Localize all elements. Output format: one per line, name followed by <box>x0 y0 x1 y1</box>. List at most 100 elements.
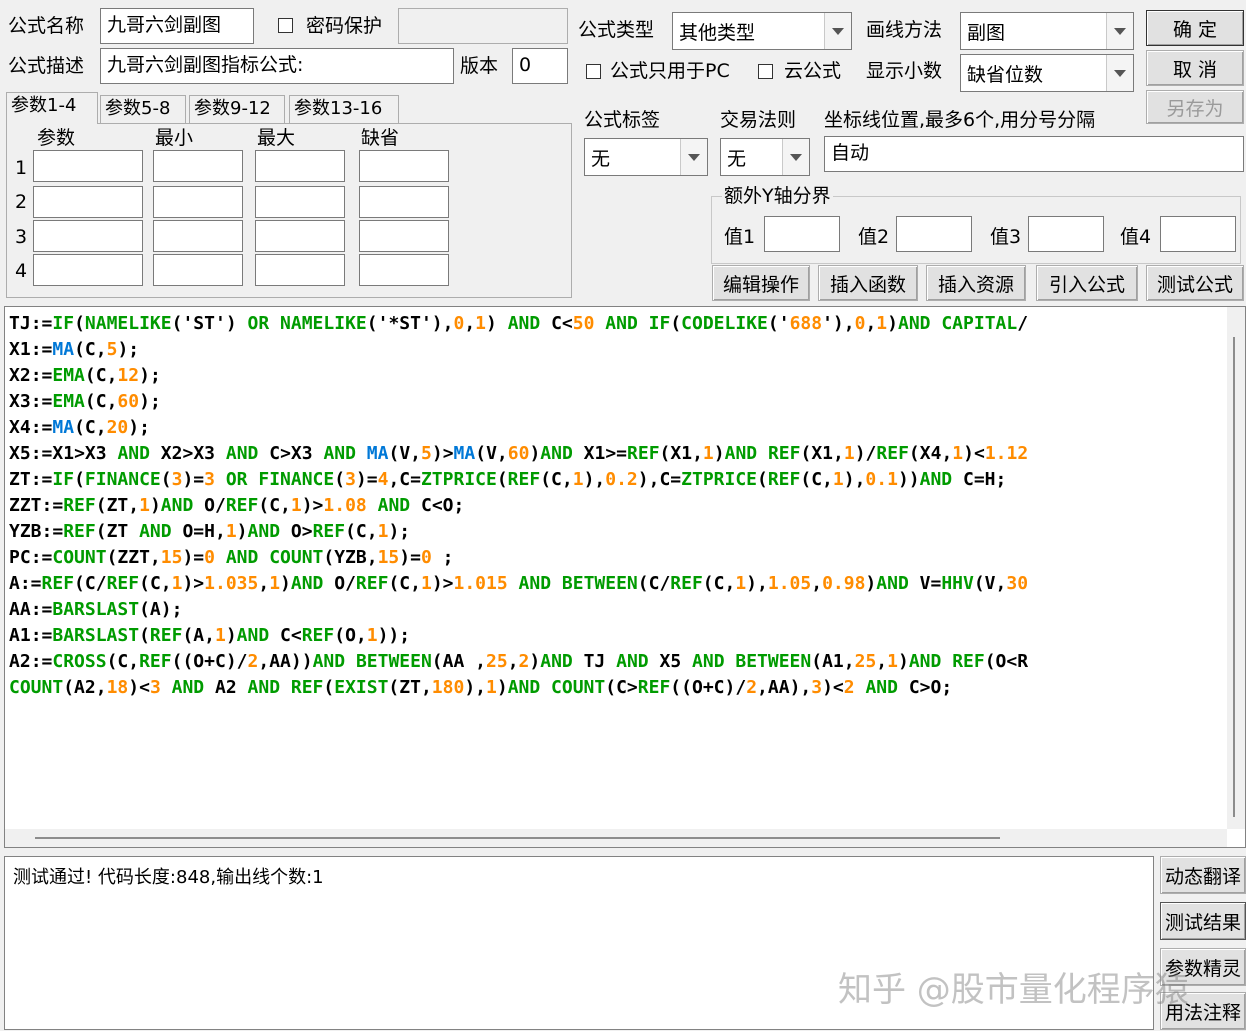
code-line[interactable]: X1:=MA(C,5); <box>9 337 1225 363</box>
chevron-down-icon[interactable] <box>824 13 851 49</box>
axis-position-input[interactable]: 自动 <box>824 136 1244 172</box>
value1-input[interactable] <box>764 216 840 252</box>
chevron-down-icon[interactable] <box>1106 55 1133 91</box>
value2-input[interactable] <box>896 216 972 252</box>
formula-tag-value: 无 <box>591 147 611 170</box>
param-row-label: 4 <box>15 260 28 282</box>
code-line[interactable]: X4:=MA(C,20); <box>9 415 1225 441</box>
code-line[interactable]: A:=REF(C/REF(C,1)>1.035,1)AND O/REF(C,1)… <box>9 571 1225 597</box>
param-default-input[interactable] <box>359 254 449 286</box>
param-max-input[interactable] <box>255 186 345 218</box>
formula-desc-input[interactable]: 九哥六剑副图指标公式: <box>100 48 454 84</box>
tab-params-9-12[interactable]: 参数9-12 <box>189 95 285 123</box>
value3-label: 值3 <box>990 226 1022 248</box>
password-input <box>398 8 568 44</box>
param-min-input[interactable] <box>153 254 243 286</box>
trade-rule-label: 交易法则 <box>720 109 797 131</box>
code-line[interactable]: X2:=EMA(C,12); <box>9 363 1225 389</box>
cloud-checkbox[interactable] <box>758 64 773 79</box>
tab-params-1-4[interactable]: 参数1-4 <box>6 92 98 124</box>
edit-operation-button[interactable]: 编辑操作 <box>712 265 810 301</box>
formula-name-label: 公式名称 <box>8 15 85 37</box>
code-content[interactable]: TJ:=IF(NAMELIKE('ST') OR NAMELIKE('*ST')… <box>9 311 1225 701</box>
param-default-input[interactable] <box>359 186 449 218</box>
param-max-input[interactable] <box>255 150 345 182</box>
chevron-down-icon[interactable] <box>680 139 707 175</box>
code-line[interactable]: COUNT(A2,18)<3 AND A2 AND REF(EXIST(ZT,1… <box>9 675 1225 701</box>
decimals-select[interactable]: 缺省位数 <box>960 54 1134 92</box>
cancel-button[interactable]: 取 消 <box>1146 50 1244 86</box>
code-line[interactable]: A2:=CROSS(C,REF((O+C)/2,AA))AND BETWEEN(… <box>9 649 1225 675</box>
value4-input[interactable] <box>1160 216 1236 252</box>
import-formula-button[interactable]: 引入公式 <box>1036 265 1138 301</box>
param-header-max: 最大 <box>257 127 296 149</box>
code-line[interactable]: ZT:=IF(FINANCE(3)=3 OR FINANCE(3)=4,C=ZT… <box>9 467 1225 493</box>
formula-tag-label: 公式标签 <box>584 109 661 131</box>
code-line[interactable]: AA:=BARSLAST(A); <box>9 597 1225 623</box>
param-name-input[interactable] <box>33 150 143 182</box>
vertical-scrollbar[interactable] <box>1227 307 1245 829</box>
formula-desc-label: 公式描述 <box>8 55 85 77</box>
param-row-label: 3 <box>15 226 28 248</box>
draw-method-label: 画线方法 <box>866 19 943 41</box>
param-max-input[interactable] <box>255 220 345 252</box>
formula-name-input[interactable]: 九哥六剑副图 <box>100 8 254 44</box>
trade-rule-value: 无 <box>727 147 747 170</box>
trade-rule-select[interactable]: 无 <box>720 138 810 176</box>
formula-tag-select[interactable]: 无 <box>584 138 708 176</box>
draw-method-value: 副图 <box>967 21 1006 44</box>
code-editor[interactable]: TJ:=IF(NAMELIKE('ST') OR NAMELIKE('*ST')… <box>4 306 1246 848</box>
code-line[interactable]: ZZT:=REF(ZT,1)AND O/REF(C,1)>1.08 AND C<… <box>9 493 1225 519</box>
param-min-input[interactable] <box>153 150 243 182</box>
horizontal-scrollbar[interactable] <box>5 829 1227 847</box>
tab-params-5-8[interactable]: 参数5-8 <box>100 95 186 123</box>
param-default-input[interactable] <box>359 150 449 182</box>
ok-button[interactable]: 确 定 <box>1146 10 1244 46</box>
param-header-default: 缺省 <box>361 127 400 149</box>
cloud-label: 云公式 <box>784 60 842 82</box>
param-name-input[interactable] <box>33 220 143 252</box>
draw-method-select[interactable]: 副图 <box>960 12 1134 50</box>
code-line[interactable]: A1:=BARSLAST(REF(A,1)AND C<REF(O,1)); <box>9 623 1225 649</box>
value3-input[interactable] <box>1028 216 1104 252</box>
password-label: 密码保护 <box>306 15 383 37</box>
test-status-message: 测试通过! 代码长度:848,输出线个数:1 <box>13 867 324 888</box>
param-name-input[interactable] <box>33 254 143 286</box>
param-name-input[interactable] <box>33 186 143 218</box>
code-line[interactable]: X3:=EMA(C,60); <box>9 389 1225 415</box>
param-row-label: 2 <box>15 191 28 213</box>
test-result-button[interactable]: 测试结果 <box>1160 902 1246 940</box>
code-line[interactable]: TJ:=IF(NAMELIKE('ST') OR NAMELIKE('*ST')… <box>9 311 1225 337</box>
dynamic-translate-button[interactable]: 动态翻译 <box>1160 856 1246 894</box>
pc-only-label: 公式只用于PC <box>610 60 730 82</box>
param-row-label: 1 <box>15 157 28 179</box>
params-panel: 参数 最小 最大 缺省 1 2 3 4 <box>6 123 572 298</box>
tab-params-13-16[interactable]: 参数13-16 <box>289 95 399 123</box>
version-input[interactable]: 0 <box>512 48 568 84</box>
code-line[interactable]: YZB:=REF(ZT AND O=H,1)AND O>REF(C,1); <box>9 519 1225 545</box>
formula-type-select[interactable]: 其他类型 <box>672 12 852 50</box>
param-min-input[interactable] <box>153 220 243 252</box>
value2-label: 值2 <box>858 226 890 248</box>
password-checkbox[interactable] <box>278 18 293 33</box>
code-line[interactable]: X5:=X1>X3 AND X2>X3 AND C>X3 AND MA(V,5)… <box>9 441 1225 467</box>
param-max-input[interactable] <box>255 254 345 286</box>
value1-label: 值1 <box>724 226 756 248</box>
chevron-down-icon[interactable] <box>1106 13 1133 49</box>
extra-y-axis-label: 额外Y轴分界 <box>722 184 833 208</box>
axis-position-label: 坐标线位置,最多6个,用分号分隔 <box>824 109 1096 131</box>
param-min-input[interactable] <box>153 186 243 218</box>
test-formula-button[interactable]: 测试公式 <box>1146 265 1244 301</box>
insert-function-button[interactable]: 插入函数 <box>818 265 918 301</box>
decimals-value: 缺省位数 <box>967 63 1044 86</box>
formula-type-label: 公式类型 <box>578 19 655 41</box>
pc-only-checkbox[interactable] <box>586 64 601 79</box>
param-header-min: 最小 <box>155 127 194 149</box>
chevron-down-icon[interactable] <box>782 139 809 175</box>
code-line[interactable]: PC:=COUNT(ZZT,15)=0 AND COUNT(YZB,15)=0 … <box>9 545 1225 571</box>
param-header-name: 参数 <box>37 127 76 149</box>
value4-label: 值4 <box>1120 226 1152 248</box>
insert-resource-button[interactable]: 插入资源 <box>926 265 1026 301</box>
watermark: 知乎 @股市量化程序猿 <box>838 970 1189 1010</box>
param-default-input[interactable] <box>359 220 449 252</box>
